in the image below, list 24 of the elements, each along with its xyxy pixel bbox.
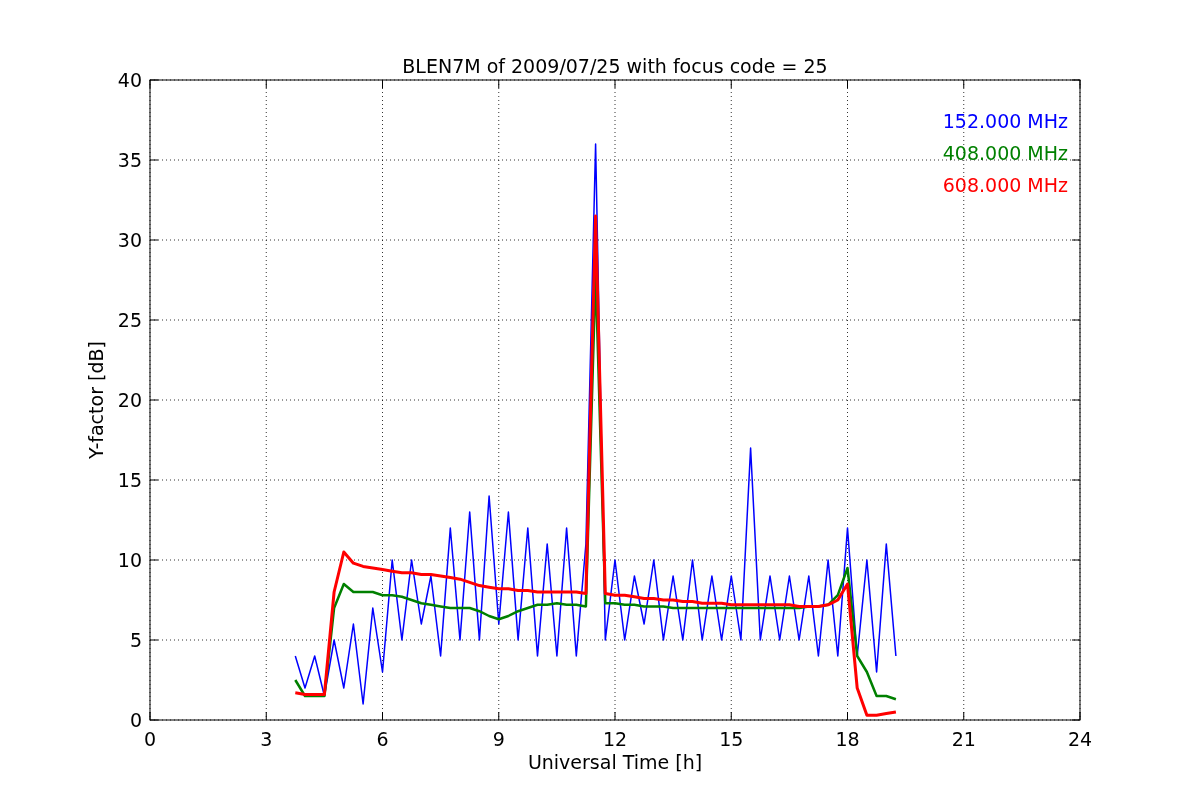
legend-label: 152.000 MHz	[942, 110, 1068, 132]
tick-label: 12	[602, 728, 628, 750]
tick-label: 0	[143, 728, 157, 750]
tick-label: 24	[1067, 728, 1093, 750]
tick-label: 0	[129, 709, 142, 731]
tick-label: 15	[117, 469, 142, 491]
legend-label: 608.000 MHz	[942, 174, 1068, 196]
tick-label: 9	[492, 728, 505, 750]
tick-label: 20	[117, 389, 142, 411]
tick-label: 15	[719, 728, 744, 750]
chart-title: BLEN7M of 2009/07/25 with focus code = 25	[402, 55, 828, 77]
tick-label: 21	[951, 728, 976, 750]
y-axis-label: Y-factor [dB]	[85, 341, 107, 459]
tick-label: 3	[260, 728, 273, 750]
tick-label: 10	[117, 549, 142, 571]
x-axis-label: Universal Time [h]	[527, 751, 703, 773]
tick-label: 35	[117, 149, 142, 171]
legend-label: 408.000 MHz	[942, 142, 1068, 164]
tick-label: 25	[117, 309, 142, 331]
tick-label: 6	[376, 728, 389, 750]
tick-label: 40	[117, 69, 142, 91]
tick-label: 18	[835, 728, 860, 750]
tick-label: 30	[117, 229, 142, 251]
tick-label: 5	[129, 629, 142, 651]
